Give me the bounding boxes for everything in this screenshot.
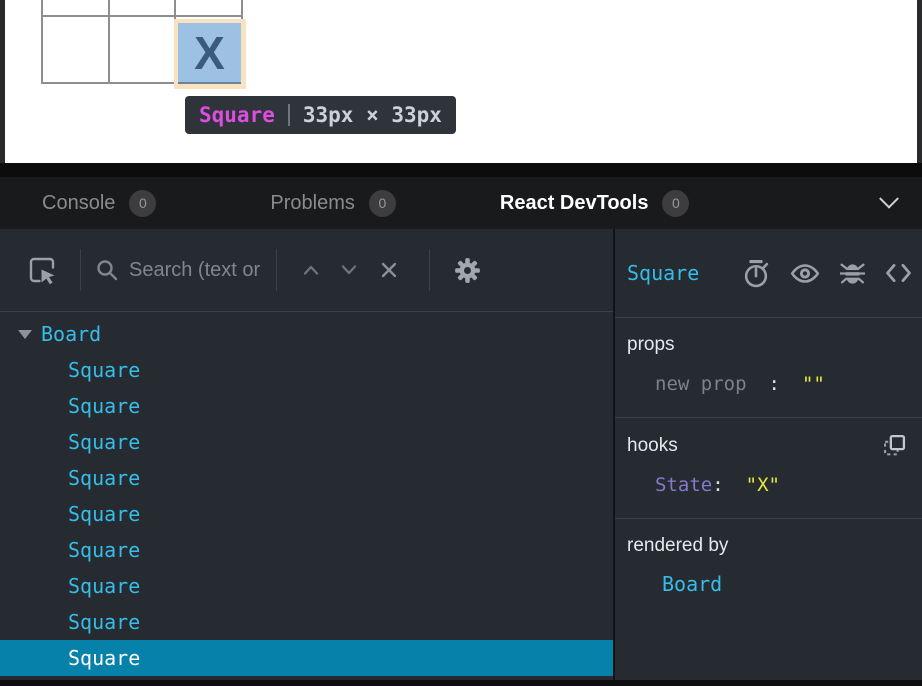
console-count-badge: 0: [129, 190, 156, 217]
tab-console[interactable]: Console 0: [42, 190, 156, 217]
window-edge-right: [917, 0, 922, 163]
devtools-top-edge: [0, 163, 922, 177]
drawer-tabbar: Console 0 Problems 0 React DevTools 0: [0, 177, 922, 229]
components-tree-panel: Search (text or: [0, 229, 613, 680]
tree-item-square[interactable]: Square: [0, 496, 613, 532]
toolbar-separator: [80, 249, 81, 291]
tree-item-square[interactable]: Square: [0, 532, 613, 568]
expander-triangle-icon[interactable]: [18, 330, 32, 339]
state-hook-row[interactable]: State: "X": [627, 474, 910, 496]
hooks-section: hooks State: "X": [615, 418, 922, 519]
tab-react-devtools[interactable]: React DevTools 0: [500, 190, 690, 217]
chevron-down-icon[interactable]: [879, 189, 899, 209]
tree-item-square[interactable]: Square: [0, 604, 613, 640]
new-prop-input[interactable]: new prop: [655, 373, 747, 395]
board-grid-line: [178, 82, 241, 84]
devtools-window: X Square 33px × 33px Console 0 Problems …: [0, 0, 922, 686]
react-devtools-panel: Search (text or: [0, 229, 922, 680]
hook-name: State: [655, 474, 712, 496]
hooks-header: hooks: [627, 435, 678, 457]
log-component-bug-icon[interactable]: [840, 260, 865, 287]
props-header: props: [627, 334, 910, 356]
tooltip-divider: [288, 104, 290, 126]
tree-item-square[interactable]: Square: [0, 568, 613, 604]
inspect-element-icon[interactable]: [26, 254, 58, 286]
settings-gear-icon[interactable]: [454, 257, 481, 284]
tree-item-square[interactable]: Square: [0, 352, 613, 388]
parse-hook-names-icon[interactable]: [883, 434, 906, 457]
component-tree: Board Square Square Square Square Square…: [0, 312, 613, 680]
tab-problems[interactable]: Problems 0: [270, 190, 395, 217]
search-input[interactable]: Search (text or: [129, 259, 260, 282]
tooltip-dimensions: 33px × 33px: [303, 103, 442, 127]
selected-component-title: Square: [627, 261, 699, 285]
rendered-by-section: rendered by Board: [615, 519, 922, 618]
react-devtools-count-badge: 0: [662, 190, 689, 217]
search-next-icon[interactable]: [339, 262, 359, 278]
tree-item-board[interactable]: Board: [0, 316, 613, 352]
toolbar-separator: [429, 249, 430, 291]
props-section: props new prop : "": [615, 318, 922, 418]
tree-item-square-selected[interactable]: Square: [0, 640, 613, 676]
new-prop-value-input[interactable]: "": [802, 373, 825, 395]
search-previous-icon[interactable]: [301, 262, 321, 278]
square-value: X: [194, 30, 225, 76]
inspected-square-button[interactable]: X: [178, 23, 241, 83]
window-bottom-edge: [0, 680, 922, 686]
search-icon: [95, 258, 119, 282]
component-inspector-panel: Square: [615, 229, 922, 680]
board-grid-line: [41, 0, 43, 84]
tree-item-square[interactable]: Square: [0, 388, 613, 424]
inspected-page: X Square 33px × 33px: [0, 0, 922, 163]
tooltip-component-name: Square: [199, 103, 275, 127]
tree-item-square[interactable]: Square: [0, 460, 613, 496]
problems-count-badge: 0: [369, 190, 396, 217]
inspect-dom-eye-icon[interactable]: [790, 262, 820, 285]
inspector-toolbar: Square: [615, 229, 922, 318]
window-edge-left: [0, 0, 5, 163]
view-source-icon[interactable]: [885, 262, 912, 284]
toolbar-separator: [276, 249, 277, 291]
components-toolbar: Search (text or: [0, 229, 613, 312]
rendered-by-board-link[interactable]: Board: [627, 572, 910, 596]
inspect-dimensions-tooltip: Square 33px × 33px: [185, 96, 456, 134]
new-prop-row[interactable]: new prop : "": [627, 373, 910, 395]
clear-search-icon[interactable]: [379, 260, 399, 280]
tree-item-label: Board: [41, 322, 101, 346]
suspense-stopwatch-icon[interactable]: [742, 259, 770, 288]
rendered-by-header: rendered by: [627, 535, 910, 557]
tree-item-square[interactable]: Square: [0, 424, 613, 460]
hook-value[interactable]: "X": [746, 474, 780, 496]
board-grid-line: [41, 15, 243, 17]
board-grid-line: [108, 0, 110, 84]
